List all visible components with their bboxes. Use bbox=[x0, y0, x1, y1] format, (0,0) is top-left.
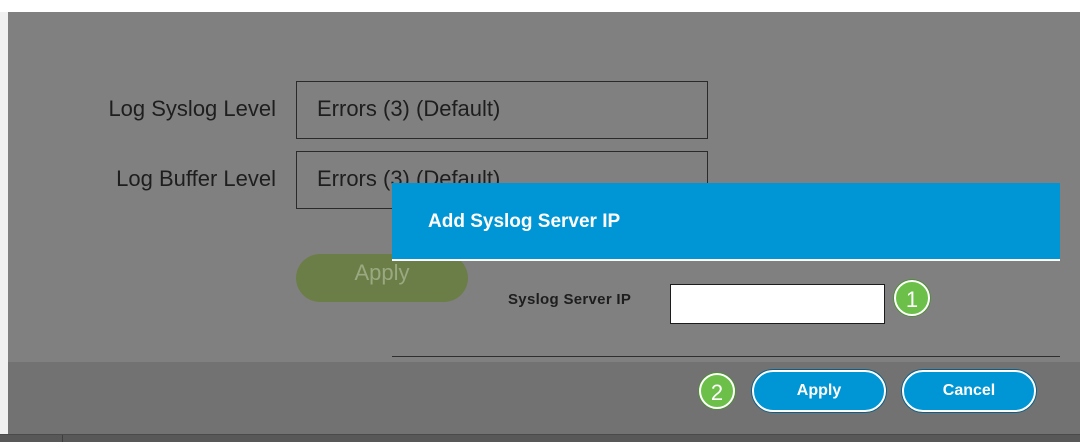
log-syslog-level-select[interactable]: Errors (3) (Default) bbox=[296, 81, 708, 139]
log-buffer-level-label: Log Buffer Level bbox=[116, 166, 276, 191]
syslog-server-ip-label: Syslog Server IP bbox=[508, 291, 632, 308]
dialog-apply-button[interactable]: Apply bbox=[752, 370, 886, 412]
log-syslog-level-label: Log Syslog Level bbox=[108, 96, 276, 121]
callout-badge-1: 1 bbox=[894, 280, 930, 316]
dialog-cancel-button[interactable]: Cancel bbox=[902, 370, 1036, 412]
settings-apply-button[interactable]: Apply bbox=[296, 254, 468, 302]
top-band bbox=[0, 0, 1080, 12]
dialog-title: Add Syslog Server IP bbox=[428, 211, 621, 232]
syslog-server-ip-input[interactable] bbox=[670, 284, 885, 324]
callout-badge-2: 2 bbox=[699, 373, 735, 409]
dialog-header: Add Syslog Server IP bbox=[392, 183, 1060, 261]
dialog-footer-divider bbox=[392, 356, 1060, 357]
